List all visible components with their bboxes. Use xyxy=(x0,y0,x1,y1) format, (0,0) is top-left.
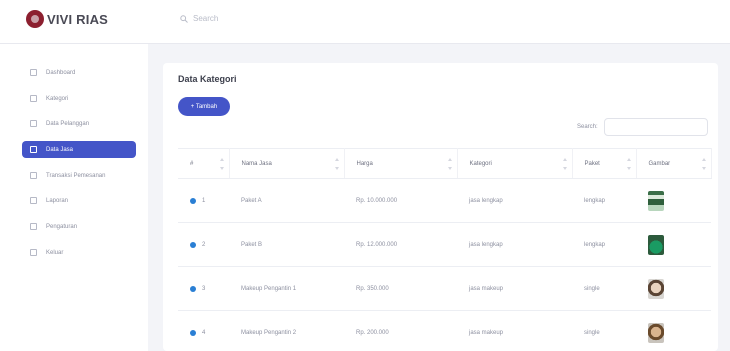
cell-nama-jasa: Paket A xyxy=(229,178,344,223)
sidebar-item-label: Data Pelanggan xyxy=(46,120,90,127)
column-header-number[interactable]: # xyxy=(178,148,230,179)
table-row: 3 Makeup Pengantin 1 Rp. 350.000 jasa ma… xyxy=(178,266,711,311)
table-row: 2 Paket B Rp. 12.000.000 jasa lengkap le… xyxy=(178,222,711,267)
sidebar-item-label: Data Jasa xyxy=(46,146,74,153)
sidebar-item-data-jasa[interactable]: Data Jasa xyxy=(22,141,136,158)
sidebar-item-label: Dashboard xyxy=(46,69,76,76)
row-number: 2 xyxy=(202,241,206,248)
row-number: 4 xyxy=(202,329,206,336)
row-expand-icon[interactable] xyxy=(190,241,196,248)
sort-icon xyxy=(626,158,631,170)
service-image[interactable] xyxy=(648,322,664,343)
cart-icon xyxy=(30,172,37,179)
column-header-gambar[interactable]: Gambar xyxy=(636,148,712,179)
user-icon xyxy=(30,120,37,127)
cell-paket: lengkap xyxy=(572,222,636,267)
gear-icon xyxy=(30,223,37,230)
global-search[interactable]: Search xyxy=(180,14,218,23)
cell-harga: Rp. 10.000.000 xyxy=(344,178,457,223)
row-number: 1 xyxy=(202,197,206,204)
top-bar: VIVI RIAS Search xyxy=(0,0,730,44)
page-title: Data Kategori xyxy=(178,74,237,84)
row-expand-icon[interactable] xyxy=(190,285,196,292)
cell-paket: lengkap xyxy=(572,178,636,223)
sidebar-item-keluar[interactable]: Keluar xyxy=(22,244,136,261)
column-header-label: Nama Jasa xyxy=(241,160,272,167)
service-image[interactable] xyxy=(648,278,664,299)
row-expand-icon[interactable] xyxy=(190,329,196,336)
table-header-row: # Nama Jasa Harga Kategori Paket Gambar xyxy=(178,148,712,179)
cell-paket: single xyxy=(572,310,636,351)
row-expand-icon[interactable] xyxy=(190,197,196,204)
table-search-label: Search: xyxy=(577,124,598,130)
column-header-label: Gambar xyxy=(648,160,671,167)
cell-kategori: jasa makeup xyxy=(457,266,572,311)
sort-icon xyxy=(562,158,567,170)
column-header-nama-jasa[interactable]: Nama Jasa xyxy=(229,148,345,179)
sort-icon xyxy=(701,158,706,170)
sidebar-item-laporan[interactable]: Laporan xyxy=(22,192,136,209)
sort-icon xyxy=(219,158,224,170)
box-icon xyxy=(30,146,37,153)
table-search-input[interactable] xyxy=(604,118,708,136)
grid-icon xyxy=(30,69,37,76)
logout-icon xyxy=(30,249,37,256)
data-card: Data Kategori + Tambah Search: # Nama Ja… xyxy=(163,63,718,351)
service-image[interactable] xyxy=(648,190,664,211)
cell-kategori: jasa lengkap xyxy=(457,222,572,267)
report-icon xyxy=(30,197,37,204)
sidebar-item-kategori[interactable]: Kategori xyxy=(22,90,136,107)
column-header-label: Harga xyxy=(356,160,373,167)
table-row: 1 Paket A Rp. 10.000.000 jasa lengkap le… xyxy=(178,178,711,223)
sidebar-item-label: Laporan xyxy=(46,197,69,204)
search-placeholder: Search xyxy=(193,14,219,23)
column-header-harga[interactable]: Harga xyxy=(344,148,458,179)
sidebar-item-label: Pengaturan xyxy=(46,223,78,230)
cell-harga: Rp. 200.000 xyxy=(344,310,457,351)
sort-icon xyxy=(334,158,339,170)
column-header-label: # xyxy=(190,160,194,167)
sidebar-item-dashboard[interactable]: Dashboard xyxy=(22,64,136,81)
cell-nama-jasa: Makeup Pengantin 1 xyxy=(229,266,344,311)
table-row: 4 Makeup Pengantin 2 Rp. 200.000 jasa ma… xyxy=(178,310,711,351)
logo-mark-icon xyxy=(26,10,44,28)
cell-harga: Rp. 350.000 xyxy=(344,266,457,311)
brand-logo[interactable]: VIVI RIAS xyxy=(26,10,108,28)
cell-harga: Rp. 12.000.000 xyxy=(344,222,457,267)
sidebar-item-label: Transaksi Pemesanan xyxy=(46,172,106,179)
cell-paket: single xyxy=(572,266,636,311)
column-header-paket[interactable]: Paket xyxy=(572,148,637,179)
sidebar: Dashboard Kategori Data Pelanggan Data J… xyxy=(0,44,148,351)
sidebar-item-label: Keluar xyxy=(46,249,64,256)
column-header-kategori[interactable]: Kategori xyxy=(457,148,573,179)
sidebar-item-transaksi[interactable]: Transaksi Pemesanan xyxy=(22,167,136,184)
cell-kategori: jasa lengkap xyxy=(457,178,572,223)
list-icon xyxy=(30,95,37,102)
row-number: 3 xyxy=(202,285,206,292)
add-button[interactable]: + Tambah xyxy=(178,97,230,116)
column-header-label: Paket xyxy=(584,160,600,167)
cell-nama-jasa: Makeup Pengantin 2 xyxy=(229,310,344,351)
brand-name: VIVI RIAS xyxy=(47,11,109,27)
service-image[interactable] xyxy=(648,234,664,255)
sort-icon xyxy=(447,158,452,170)
sidebar-item-label: Kategori xyxy=(46,95,69,102)
sidebar-item-pengaturan[interactable]: Pengaturan xyxy=(22,218,136,235)
cell-kategori: jasa makeup xyxy=(457,310,572,351)
sidebar-item-data-pelanggan[interactable]: Data Pelanggan xyxy=(22,115,136,132)
search-icon xyxy=(180,14,188,23)
column-header-label: Kategori xyxy=(469,160,492,167)
data-table: # Nama Jasa Harga Kategori Paket Gambar … xyxy=(178,148,712,351)
cell-nama-jasa: Paket B xyxy=(229,222,344,267)
